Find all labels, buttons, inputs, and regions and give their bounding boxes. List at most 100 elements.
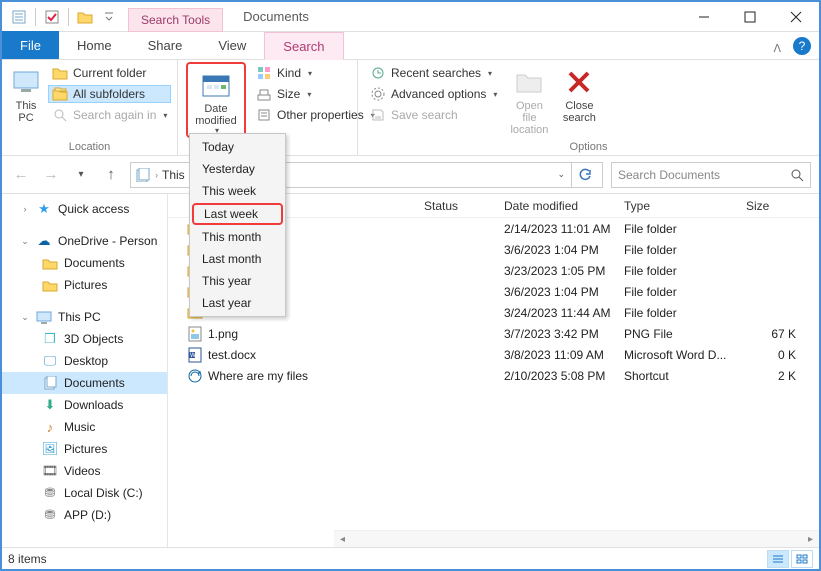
expand-icon[interactable]: ›: [20, 204, 30, 214]
file-row[interactable]: 1.png3/7/2023 3:42 PMPNG File67 K: [168, 323, 819, 344]
drive-icon: ⛃: [42, 507, 58, 523]
nav-app-d[interactable]: ⛃APP (D:): [2, 504, 167, 526]
save-icon: [370, 107, 386, 123]
file-name: test.docx: [208, 348, 424, 362]
dropdown-item-last-year[interactable]: Last year: [190, 292, 285, 314]
file-size: 0 K: [746, 348, 796, 362]
minimize-button[interactable]: [681, 2, 727, 32]
nav-quick-access[interactable]: › ★ Quick access: [2, 198, 167, 220]
file-size: 2 K: [746, 369, 796, 383]
nav-pictures[interactable]: 🖼Pictures: [2, 438, 167, 460]
folder-icon[interactable]: [74, 6, 96, 28]
chevron-down-icon: ▾: [163, 111, 167, 120]
search-icon[interactable]: [790, 168, 804, 182]
nav-music[interactable]: ♪Music: [2, 416, 167, 438]
refresh-button[interactable]: [571, 163, 598, 187]
dropdown-item-today[interactable]: Today: [190, 136, 285, 158]
recent-locations-button[interactable]: ▾: [70, 164, 92, 186]
open-file-location-button[interactable]: Open file location: [507, 62, 551, 136]
details-view-button[interactable]: [767, 550, 789, 568]
file-type: Microsoft Word D...: [624, 348, 746, 362]
search-again-button[interactable]: Search again in ▾: [48, 106, 171, 124]
drive-icon: ⛃: [42, 485, 58, 501]
column-status[interactable]: Status: [424, 199, 504, 213]
collapse-icon[interactable]: ⌄: [20, 236, 30, 247]
file-menu-button[interactable]: File: [2, 31, 59, 59]
nav-label: Quick access: [58, 202, 129, 216]
checkbox-icon[interactable]: [41, 6, 63, 28]
help-icon[interactable]: ?: [793, 37, 811, 55]
nav-documents[interactable]: Documents: [2, 372, 167, 394]
column-type[interactable]: Type: [624, 199, 746, 213]
dropdown-item-last-month[interactable]: Last month: [190, 248, 285, 270]
properties-icon[interactable]: [8, 6, 30, 28]
close-search-button[interactable]: Close search: [557, 62, 601, 124]
dropdown-item-this-year[interactable]: This year: [190, 270, 285, 292]
pictures-icon: 🖼: [42, 441, 58, 457]
nav-3d-objects[interactable]: ❒3D Objects: [2, 328, 167, 350]
nav-desktop[interactable]: 🖵Desktop: [2, 350, 167, 372]
breadcrumb-segment[interactable]: This I: [162, 168, 191, 182]
dropdown-item-this-month[interactable]: This month: [190, 226, 285, 248]
dropdown-item-last-week[interactable]: Last week: [192, 203, 283, 225]
chevron-right-icon[interactable]: ›: [155, 170, 158, 180]
forward-button[interactable]: →: [40, 164, 62, 186]
tab-search[interactable]: Search: [264, 32, 343, 60]
recent-searches-button[interactable]: Recent searches ▾: [366, 64, 501, 82]
file-type: File folder: [624, 222, 746, 236]
save-search-button[interactable]: Save search: [366, 106, 501, 124]
documents-icon: [42, 375, 58, 391]
horizontal-scrollbar[interactable]: ◂ ▸: [334, 530, 819, 547]
date-modified-label: Date modified: [195, 103, 237, 127]
column-date[interactable]: Date modified: [504, 199, 624, 213]
file-row[interactable]: Wtest.docx3/8/2023 11:09 AMMicrosoft Wor…: [168, 344, 819, 365]
scroll-right-icon[interactable]: ▸: [802, 534, 819, 545]
folder-icon: [42, 255, 58, 271]
address-dropdown-icon[interactable]: ⌄: [551, 169, 571, 180]
maximize-button[interactable]: [727, 2, 773, 32]
advanced-options-button[interactable]: Advanced options ▾: [366, 85, 501, 103]
nav-onedrive-documents[interactable]: Documents: [2, 252, 167, 274]
file-name: 1.png: [208, 327, 424, 341]
window-controls: [681, 2, 819, 32]
qat-dropdown-icon[interactable]: [98, 6, 120, 28]
divider: [35, 8, 36, 26]
nav-onedrive[interactable]: ⌄ ☁ OneDrive - Person: [2, 230, 167, 252]
up-button[interactable]: ↑: [100, 164, 122, 186]
nav-local-disk-c[interactable]: ⛃Local Disk (C:): [2, 482, 167, 504]
back-button[interactable]: ←: [10, 164, 32, 186]
file-date: 3/24/2023 11:44 AM: [504, 306, 624, 320]
tab-share[interactable]: Share: [130, 31, 201, 59]
nav-label: Documents: [64, 256, 125, 270]
tab-home[interactable]: Home: [59, 31, 130, 59]
file-row[interactable]: Where are my files2/10/2023 5:08 PMShort…: [168, 365, 819, 386]
file-type: File folder: [624, 243, 746, 257]
close-icon: [563, 66, 595, 98]
nav-this-pc[interactable]: ⌄ This PC: [2, 306, 167, 328]
dropdown-item-this-week[interactable]: This week: [190, 180, 285, 202]
nav-label: Music: [64, 420, 95, 434]
scroll-left-icon[interactable]: ◂: [334, 534, 351, 545]
advanced-options-label: Advanced options: [391, 87, 486, 101]
nav-downloads[interactable]: ⬇Downloads: [2, 394, 167, 416]
other-properties-label: Other properties: [277, 108, 364, 122]
current-folder-button[interactable]: Current folder: [48, 64, 171, 82]
large-icons-view-button[interactable]: [791, 550, 813, 568]
column-size[interactable]: Size: [746, 199, 796, 213]
search-box[interactable]: Search Documents: [611, 162, 811, 188]
close-button[interactable]: [773, 2, 819, 32]
nav-onedrive-pictures[interactable]: Pictures: [2, 274, 167, 296]
tab-view[interactable]: View: [200, 31, 264, 59]
file-type: PNG File: [624, 327, 746, 341]
collapse-icon[interactable]: ⌄: [20, 312, 30, 323]
this-pc-button[interactable]: This PC: [10, 62, 42, 124]
date-modified-button[interactable]: Date modified ▾: [189, 65, 243, 135]
ribbon-collapse-icon[interactable]: ᐱ: [765, 38, 789, 59]
dropdown-item-yesterday[interactable]: Yesterday: [190, 158, 285, 180]
nav-videos[interactable]: 🎞Videos: [2, 460, 167, 482]
ribbon-group-options: Recent searches ▾ Advanced options ▾ Sav…: [358, 60, 819, 155]
all-subfolders-button[interactable]: All subfolders: [48, 85, 171, 103]
file-date: 2/14/2023 11:01 AM: [504, 222, 624, 236]
file-type: File folder: [624, 285, 746, 299]
chevron-down-icon: ▾: [308, 69, 312, 78]
